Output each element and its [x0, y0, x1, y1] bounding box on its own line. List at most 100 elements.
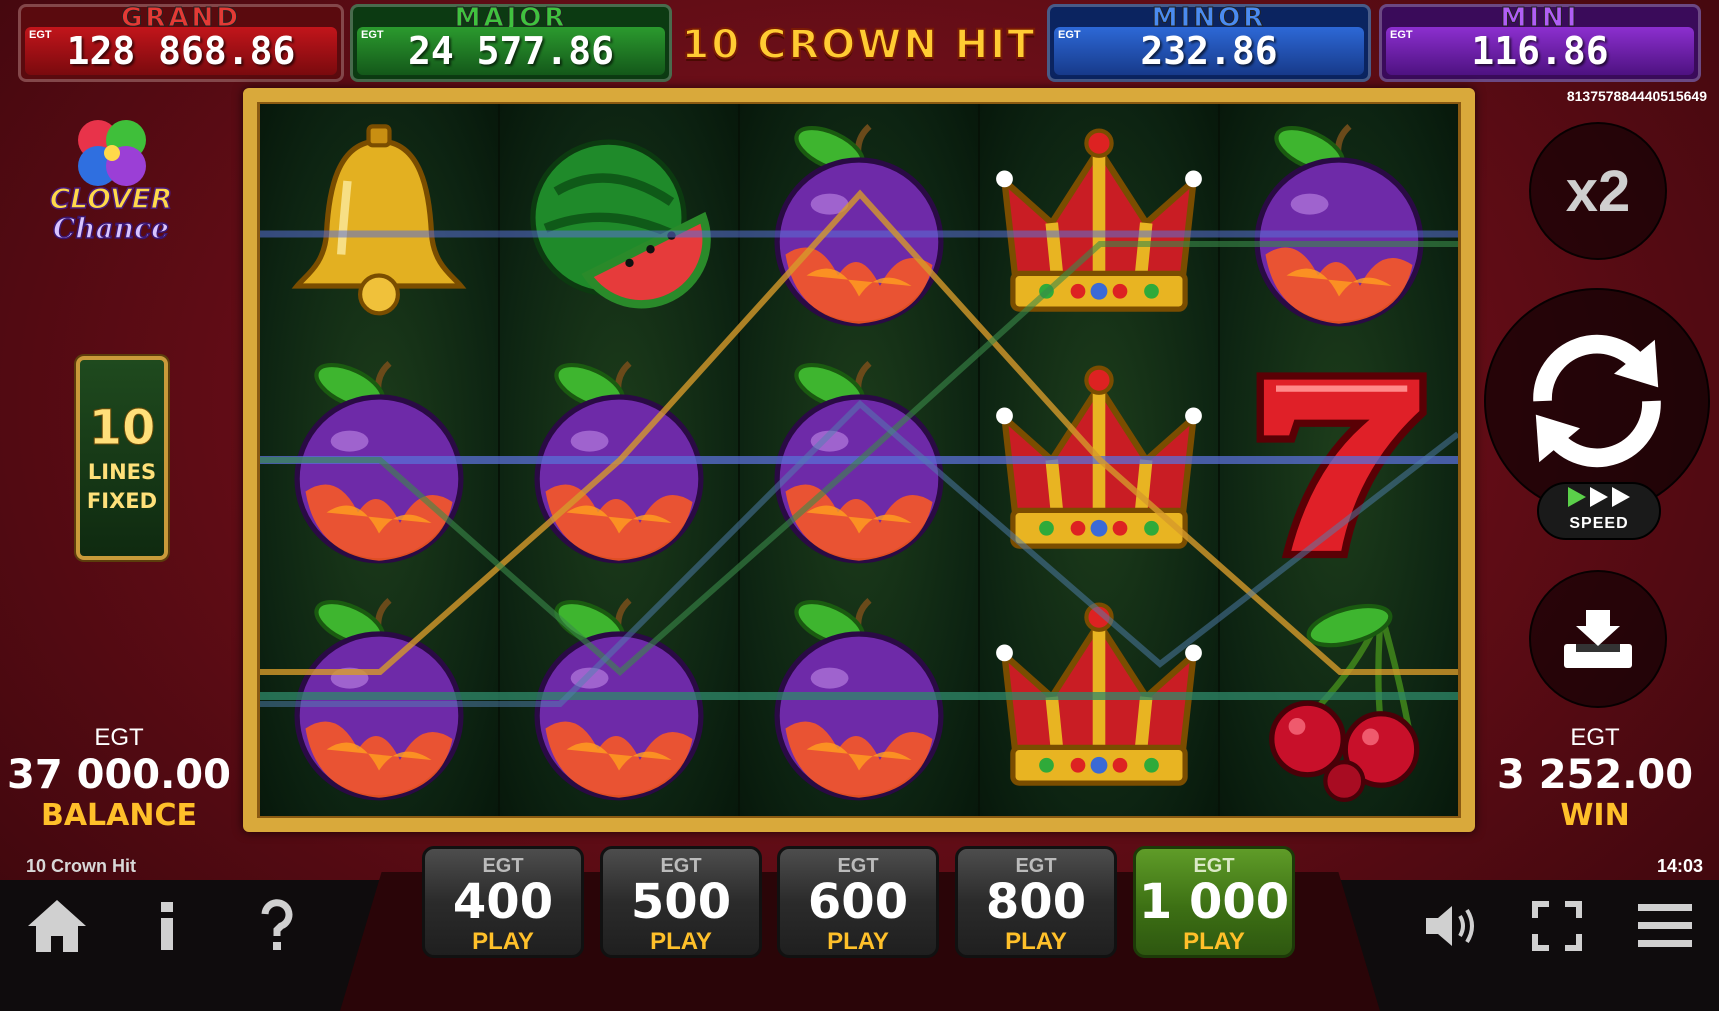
- crown-icon: [996, 602, 1202, 787]
- win-amount: 3 252.00: [1496, 752, 1694, 798]
- reel-3: [740, 104, 980, 816]
- speed-button[interactable]: SPEED: [1537, 482, 1661, 540]
- bet-value: 1 000: [1138, 874, 1290, 930]
- clock: 14:03: [1656, 856, 1703, 876]
- symbol-plum: [740, 579, 978, 816]
- crown-icon: [996, 365, 1202, 549]
- footer-game-name: 10 Crown Hit: [26, 856, 137, 876]
- jackpot-minor-tag: EGT: [1058, 29, 1081, 41]
- game-title: 10 CROWN HIT: [681, 21, 1037, 69]
- symbol-bell: [260, 104, 498, 341]
- symbol-crown: [980, 579, 1218, 816]
- home-button[interactable]: [22, 896, 92, 956]
- sound-button[interactable]: [1418, 896, 1488, 956]
- bell-icon: [291, 123, 467, 316]
- plum-icon: [774, 360, 944, 564]
- speed-label: SPEED: [1569, 515, 1629, 532]
- symbol-plum: [500, 341, 738, 578]
- bet-play-label: PLAY: [1005, 928, 1067, 955]
- bet-button-1[interactable]: EGT 400 PLAY: [422, 846, 584, 958]
- cherry-icon: [1269, 604, 1420, 803]
- bet-play-label: PLAY: [650, 928, 712, 955]
- crown-icon: [996, 128, 1202, 312]
- plum-icon: [774, 123, 944, 327]
- bet-button-3[interactable]: EGT 600 PLAY: [777, 846, 939, 958]
- info-button[interactable]: [132, 896, 202, 956]
- jackpot-minor-value: 232.86: [1054, 27, 1364, 75]
- home-icon: [28, 900, 86, 952]
- logo-text-clover: CLOVER: [49, 181, 173, 216]
- symbol-plum: [740, 341, 978, 578]
- jackpot-minor: MINOR 232.86 EGT: [1047, 3, 1371, 82]
- plum-icon: [774, 598, 944, 801]
- menu-button[interactable]: [1630, 896, 1700, 956]
- bet-value: 600: [807, 874, 909, 930]
- bet-button-5[interactable]: EGT 1 000 PLAY: [1133, 846, 1295, 958]
- bet-value: 500: [630, 874, 732, 930]
- jackpot-major-value: 24 577.86: [357, 27, 665, 75]
- reel-4: [980, 104, 1220, 816]
- multiplier-button[interactable]: x2: [1529, 122, 1667, 260]
- bet-button-2[interactable]: EGT 500 PLAY: [600, 846, 762, 958]
- jackpot-major-tag: EGT: [361, 29, 384, 41]
- bet-button-4[interactable]: EGT 800 PLAY: [955, 846, 1117, 958]
- plum-icon: [534, 598, 704, 801]
- jackpot-mini-value: 116.86: [1386, 27, 1694, 75]
- jackpot-major: MAJOR 24 577.86 EGT: [350, 3, 672, 82]
- bet-play-label: PLAY: [1183, 928, 1245, 955]
- game-id: 813757884440515649: [1566, 88, 1707, 104]
- win-display: EGT 3 252.00 WIN: [1476, 724, 1714, 833]
- balance-label: BALANCE: [40, 798, 198, 833]
- collect-button[interactable]: [1529, 570, 1667, 708]
- watermelon-icon: [530, 139, 711, 309]
- lines-badge: 10 LINES FIXED: [76, 356, 168, 560]
- symbol-watermelon: [500, 104, 738, 341]
- bet-play-label: PLAY: [827, 928, 889, 955]
- win-label: WIN: [1560, 798, 1630, 833]
- fast-forward-icon: [1568, 487, 1630, 507]
- symbol-crown: [980, 104, 1218, 341]
- lines-fixed-label: FIXED: [86, 489, 158, 513]
- lines-number: 10: [88, 400, 156, 457]
- bet-value: 400: [452, 874, 554, 930]
- jackpot-mini-tag: EGT: [1390, 29, 1413, 41]
- jackpot-grand: GRAND 128 868.86 EGT: [18, 3, 344, 82]
- symbol-crown: [980, 341, 1218, 578]
- hamburger-menu-icon: [1638, 904, 1692, 947]
- refresh-icon: [1533, 334, 1661, 468]
- balance-amount: 37 000.00: [7, 752, 231, 798]
- question-mark-icon: [261, 899, 293, 950]
- reel-2: [500, 104, 740, 816]
- win-currency: EGT: [1570, 724, 1620, 751]
- symbol-plum: [260, 579, 498, 816]
- plum-icon: [294, 360, 464, 564]
- download-tray-icon: [1564, 610, 1632, 668]
- fullscreen-icon: [1532, 901, 1582, 951]
- clover-chance-logo: CLOVER Chance: [36, 110, 186, 250]
- lines-label: LINES: [87, 460, 157, 484]
- info-icon: [161, 902, 173, 950]
- reel-5: [1220, 104, 1458, 816]
- symbol-seven: [1220, 341, 1458, 578]
- seven-icon: [1256, 372, 1427, 559]
- logo-text-chance: Chance: [52, 211, 170, 246]
- jackpot-mini: MINI 116.86 EGT: [1379, 3, 1701, 82]
- bet-value: 800: [985, 874, 1087, 930]
- plum-icon: [1254, 123, 1424, 327]
- symbol-cherry: [1220, 579, 1458, 816]
- jackpot-grand-value: 128 868.86: [25, 27, 337, 75]
- balance-currency: EGT: [94, 724, 144, 751]
- help-button[interactable]: [242, 896, 312, 956]
- spin-button[interactable]: [1484, 288, 1710, 514]
- reels: [260, 104, 1458, 816]
- speaker-icon: [1426, 906, 1474, 946]
- fullscreen-button[interactable]: [1522, 896, 1592, 956]
- symbol-plum: [260, 341, 498, 578]
- jackpot-grand-tag: EGT: [29, 29, 52, 41]
- plum-icon: [534, 360, 704, 564]
- symbol-plum: [740, 104, 978, 341]
- reel-1: [260, 104, 500, 816]
- balance-display: EGT 37 000.00 BALANCE: [0, 724, 238, 833]
- symbol-plum: [1220, 104, 1458, 341]
- clover-icon: [78, 120, 146, 186]
